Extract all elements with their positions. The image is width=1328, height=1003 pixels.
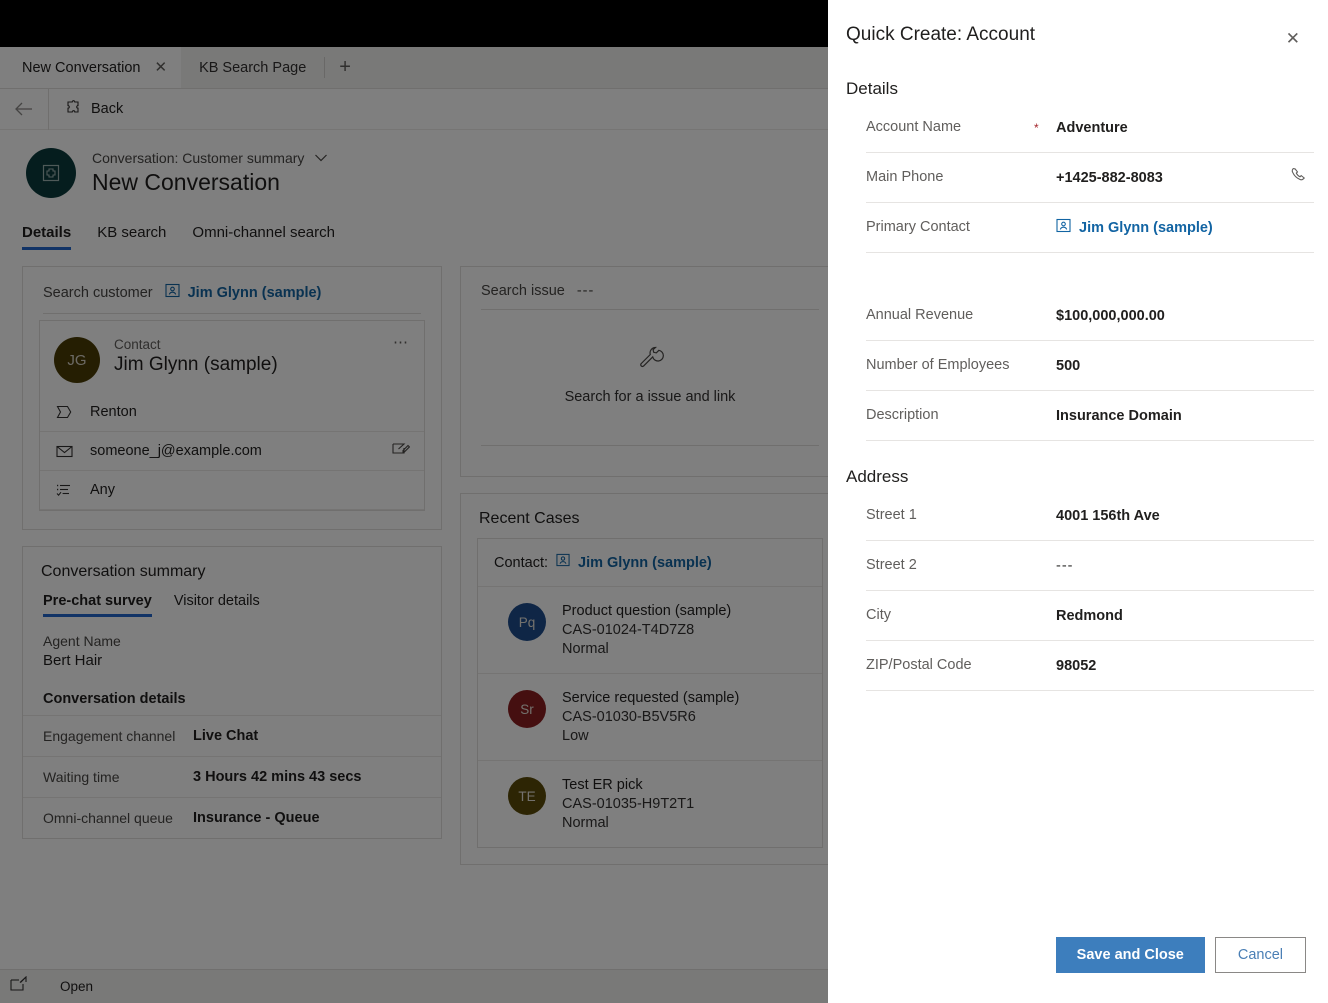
field-label: Primary Contact — [866, 218, 1034, 238]
spacer — [828, 253, 1328, 291]
field-account-name[interactable]: Account Name * Adventure — [866, 103, 1314, 153]
main-phone-input[interactable]: +1425-882-8083 — [1056, 170, 1163, 186]
contact-card-icon — [1056, 218, 1071, 238]
field-label: City — [866, 606, 1034, 626]
field-street-2[interactable]: Street 2 --- — [866, 541, 1314, 591]
account-name-input[interactable]: Adventure — [1056, 120, 1128, 136]
street-1-input[interactable]: 4001 156th Ave — [1056, 508, 1160, 524]
save-and-close-button[interactable]: Save and Close — [1056, 937, 1205, 973]
field-number-of-employees[interactable]: Number of Employees 500 — [866, 341, 1314, 391]
annual-revenue-input[interactable]: $100,000,000.00 — [1056, 308, 1165, 324]
field-label: Number of Employees — [866, 356, 1034, 376]
field-description[interactable]: Description Insurance Domain — [866, 391, 1314, 441]
field-main-phone[interactable]: Main Phone +1425-882-8083 — [866, 153, 1314, 203]
description-input[interactable]: Insurance Domain — [1056, 408, 1182, 424]
field-label: Street 2 — [866, 556, 1034, 576]
quick-create-title: Quick Create: Account — [846, 24, 1035, 46]
field-annual-revenue[interactable]: Annual Revenue $100,000,000.00 — [866, 291, 1314, 341]
close-icon[interactable]: ✕ — [1280, 24, 1306, 53]
cancel-button[interactable]: Cancel — [1215, 937, 1306, 973]
field-street-1[interactable]: Street 1 4001 156th Ave — [866, 491, 1314, 541]
field-city[interactable]: City Redmond — [866, 591, 1314, 641]
quick-create-header: Quick Create: Account ✕ — [828, 0, 1328, 53]
street-2-input[interactable]: --- — [1056, 558, 1074, 574]
city-input[interactable]: Redmond — [1056, 608, 1123, 624]
field-label: Main Phone — [866, 168, 1034, 188]
field-label: ZIP/Postal Code — [866, 656, 1034, 676]
details-section-heading: Details — [828, 53, 1328, 103]
primary-contact-lookup[interactable]: Jim Glynn (sample) — [1056, 218, 1213, 238]
address-section-heading: Address — [828, 441, 1328, 491]
number-of-employees-input[interactable]: 500 — [1056, 358, 1080, 374]
field-label: Description — [866, 406, 1034, 426]
required-indicator: * — [1034, 121, 1056, 135]
zip-postal-code-input[interactable]: 98052 — [1056, 658, 1096, 674]
quick-create-body: Details Account Name * Adventure Main Ph… — [828, 53, 1328, 937]
field-zip-postal-code[interactable]: ZIP/Postal Code 98052 — [866, 641, 1314, 691]
field-label: Annual Revenue — [866, 306, 1034, 326]
quick-create-footer: Save and Close Cancel — [828, 937, 1328, 1003]
field-primary-contact[interactable]: Primary Contact Jim Glynn (sample) — [866, 203, 1314, 253]
field-label: Account Name — [866, 118, 1034, 138]
primary-contact-value: Jim Glynn (sample) — [1079, 220, 1213, 236]
phone-icon[interactable] — [1290, 166, 1308, 189]
field-label: Street 1 — [866, 506, 1034, 526]
quick-create-panel: Quick Create: Account ✕ Details Account … — [828, 0, 1328, 1003]
modal-scrim[interactable] — [0, 47, 828, 1003]
